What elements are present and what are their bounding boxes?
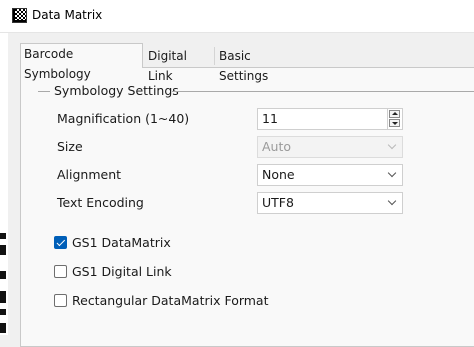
group-border — [172, 91, 474, 92]
gs1-digital-link-checkbox[interactable] — [54, 265, 67, 278]
gs1-datamatrix-checkbox[interactable] — [54, 236, 67, 249]
chevron-down-icon — [387, 196, 397, 206]
alignment-select[interactable]: None — [257, 164, 403, 186]
magnification-value: 11 — [262, 111, 278, 126]
rectangular-datamatrix-label[interactable]: Rectangular DataMatrix Format — [72, 293, 269, 308]
group-title: Symbology Settings — [54, 83, 179, 98]
size-value: Auto — [262, 139, 292, 154]
tab-barcode-symbology[interactable]: Barcode Symbology — [20, 43, 143, 81]
gs1-datamatrix-label[interactable]: GS1 DataMatrix — [72, 235, 171, 250]
magnification-label: Magnification (1~40) — [57, 111, 190, 126]
background-mark — [0, 245, 6, 255]
alignment-value: None — [262, 167, 295, 182]
title-bar: Data Matrix — [0, 0, 474, 33]
rectangular-datamatrix-checkbox[interactable] — [54, 294, 67, 307]
alignment-label: Alignment — [57, 167, 122, 182]
background-mark — [0, 323, 6, 333]
size-label: Size — [57, 139, 83, 154]
datamatrix-icon — [12, 8, 27, 23]
spin-up-icon[interactable] — [389, 110, 400, 118]
gs1-digital-link-label[interactable]: GS1 Digital Link — [72, 264, 172, 279]
size-select[interactable]: Auto — [257, 136, 403, 158]
background-mark — [0, 309, 6, 315]
tab-basic-settings[interactable]: Basic Settings — [215, 45, 297, 83]
chevron-down-icon — [387, 168, 397, 178]
window-title: Data Matrix — [32, 8, 103, 22]
background-window-edge — [0, 33, 8, 335]
text-encoding-value: UTF8 — [262, 195, 294, 210]
group-border — [38, 91, 50, 92]
text-encoding-select[interactable]: UTF8 — [257, 192, 403, 214]
text-encoding-label: Text Encoding — [57, 195, 144, 210]
spin-down-icon[interactable] — [389, 119, 400, 127]
background-mark — [0, 271, 6, 279]
background-mark — [0, 291, 6, 303]
background-mark — [0, 233, 6, 239]
magnification-spinbox[interactable]: 11 — [257, 108, 403, 130]
chevron-down-icon — [387, 140, 397, 150]
spin-buttons — [387, 109, 402, 129]
tab-digital-link[interactable]: Digital Link — [144, 45, 214, 83]
